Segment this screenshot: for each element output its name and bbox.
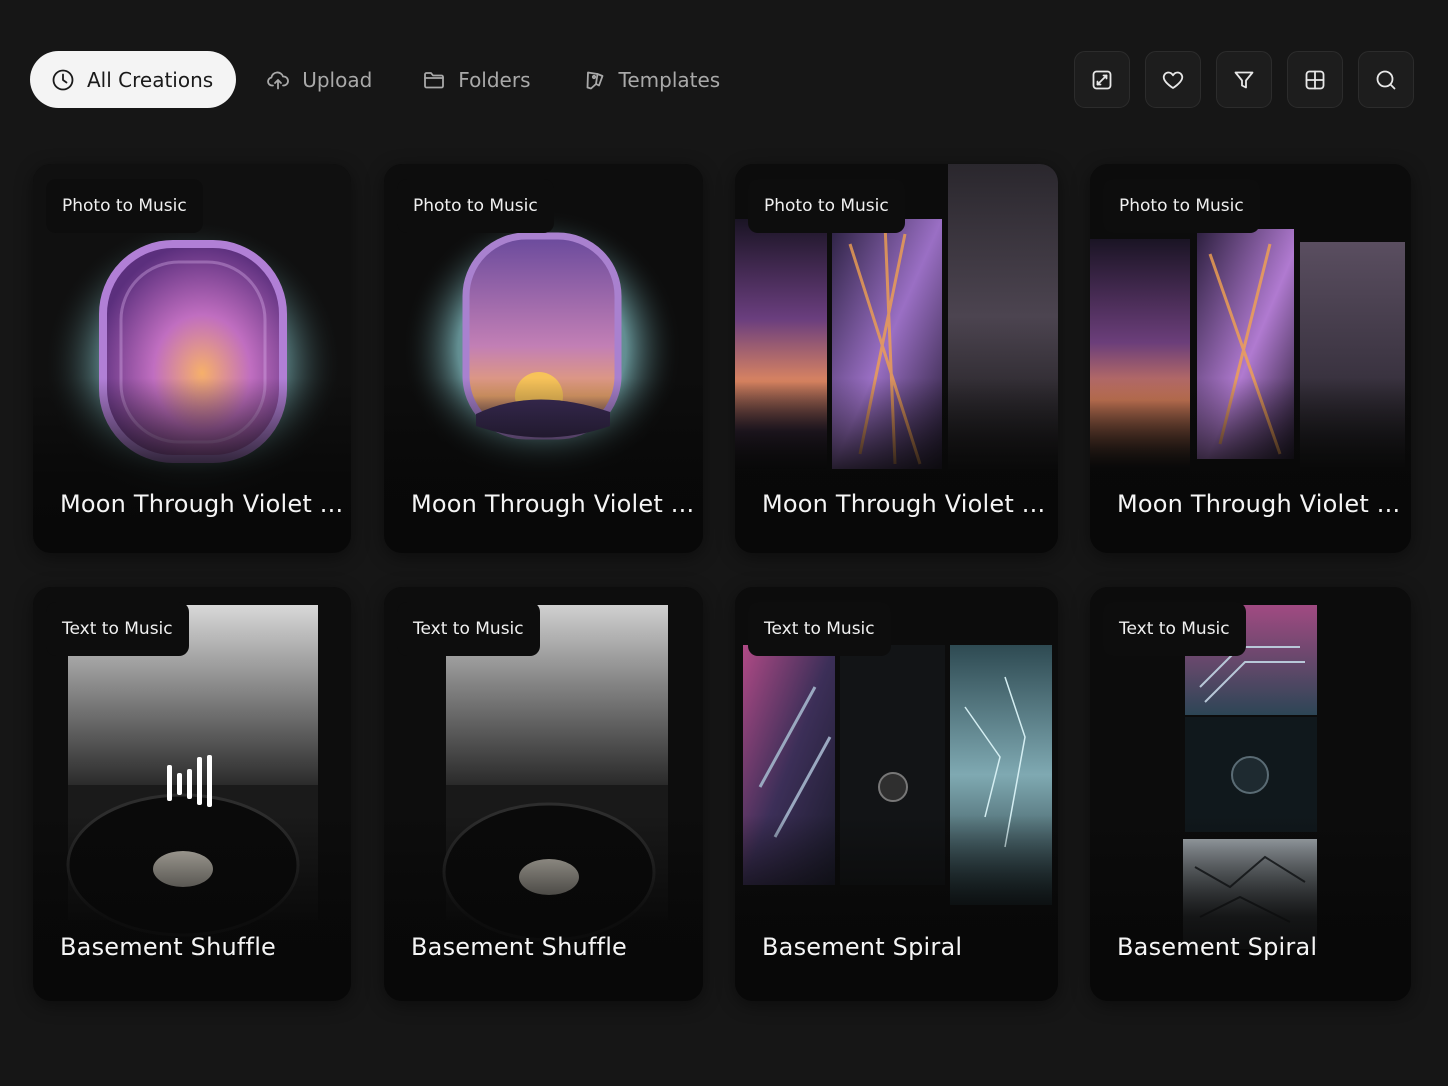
card-type-badge: Text to Music: [397, 602, 540, 656]
card-type-badge: Text to Music: [46, 602, 189, 656]
creations-grid: Photo to Music Moon Through Violet ... P…: [0, 0, 1448, 1086]
creation-card[interactable]: Text to Music Basement Spiral: [1090, 587, 1411, 1001]
creation-card[interactable]: Photo to Music Moon Through Violet ...: [33, 164, 351, 553]
card-gradient: [735, 814, 1058, 1001]
creation-card[interactable]: Text to Music Basement Shuffle: [384, 587, 703, 1001]
card-gradient: [384, 814, 703, 1001]
creation-card[interactable]: Photo to Music Moon Through Violet ...: [1090, 164, 1411, 553]
card-title: Basement Spiral: [762, 933, 963, 961]
card-type-badge: Text to Music: [1103, 602, 1246, 656]
creation-card[interactable]: Text to Music Basement Shuffle: [33, 587, 351, 1001]
creation-card[interactable]: Text to Music Basement Spiral: [735, 587, 1058, 1001]
card-title: Basement Shuffle: [411, 933, 628, 961]
card-title: Moon Through Violet ...: [1117, 490, 1401, 518]
card-gradient: [33, 377, 351, 553]
card-title: Basement Shuffle: [60, 933, 277, 961]
card-gradient: [384, 377, 703, 553]
creation-card[interactable]: Photo to Music Moon Through Violet ...: [735, 164, 1058, 553]
creation-card[interactable]: Photo to Music Moon Through Violet ...: [384, 164, 703, 553]
card-title: Basement Spiral: [1117, 933, 1318, 961]
card-type-badge: Photo to Music: [397, 179, 554, 233]
card-gradient: [1090, 377, 1411, 553]
card-type-badge: Text to Music: [748, 602, 891, 656]
card-title: Moon Through Violet ...: [762, 490, 1046, 518]
card-gradient: [735, 377, 1058, 553]
card-title: Moon Through Violet ...: [60, 490, 344, 518]
card-type-badge: Photo to Music: [748, 179, 905, 233]
card-gradient: [33, 814, 351, 1001]
card-gradient: [1090, 814, 1411, 1001]
card-type-badge: Photo to Music: [1103, 179, 1260, 233]
card-type-badge: Photo to Music: [46, 179, 203, 233]
card-title: Moon Through Violet ...: [411, 490, 695, 518]
